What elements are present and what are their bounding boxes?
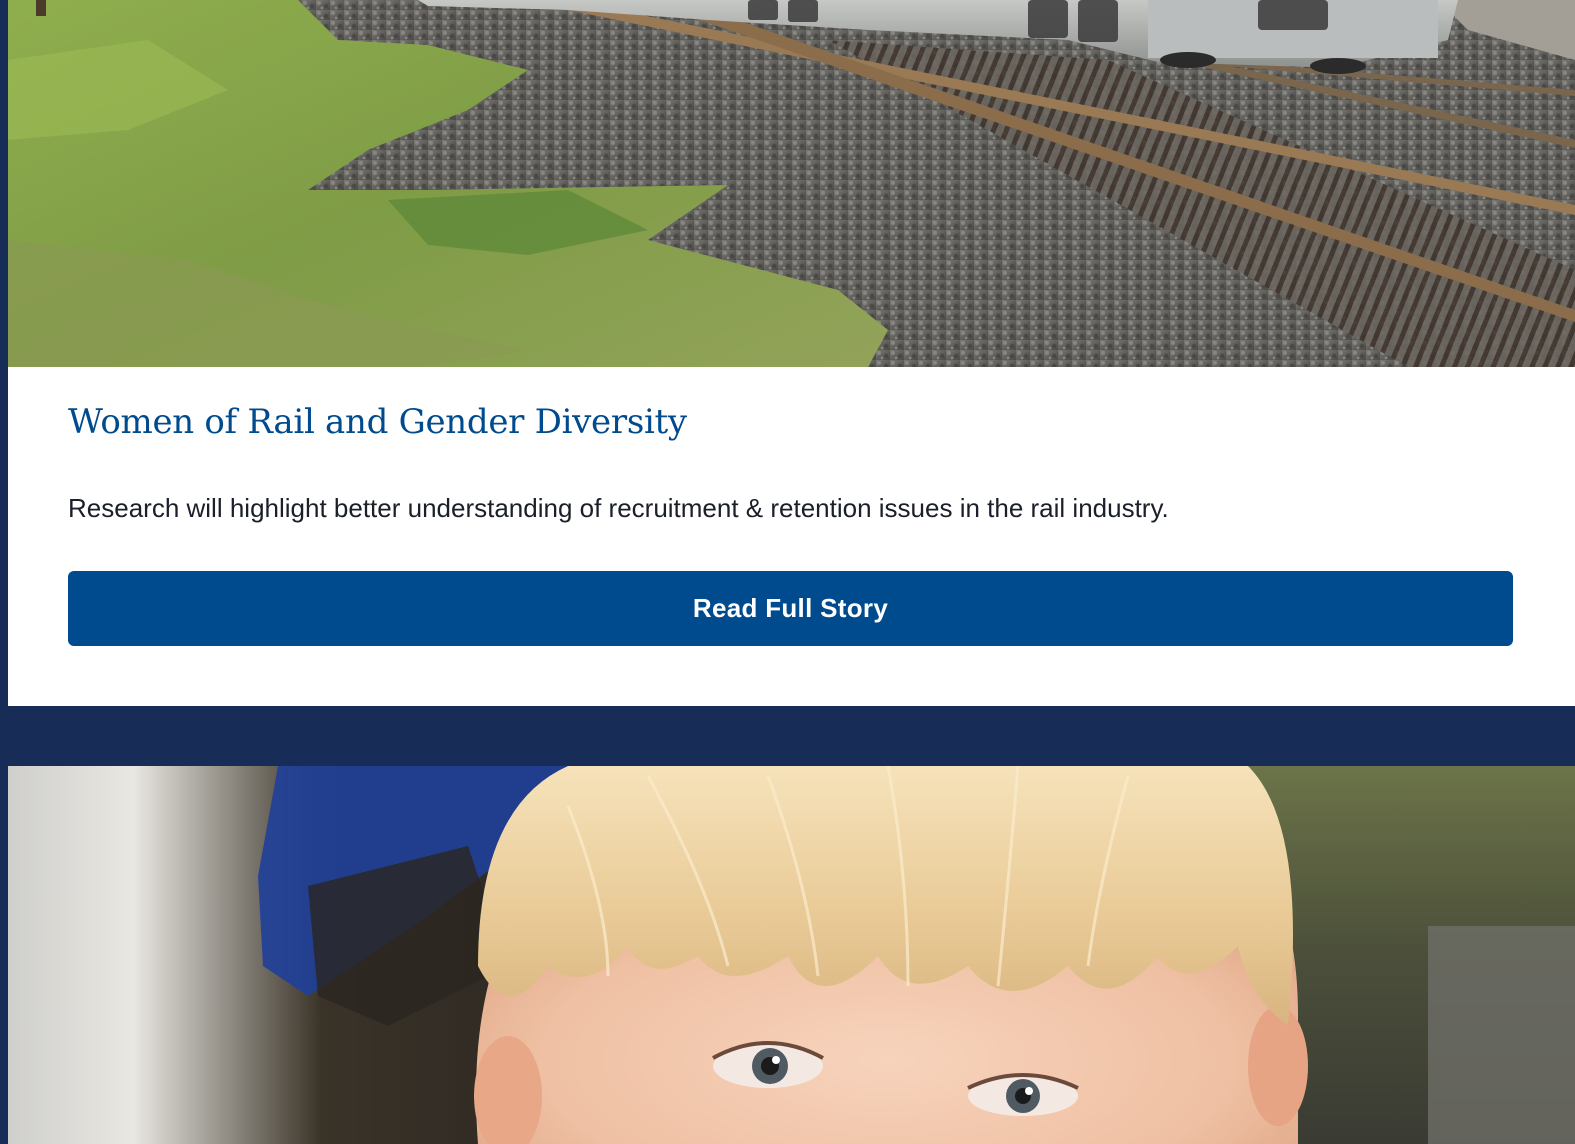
story-image-rail (8, 0, 1575, 367)
story-image-child (8, 766, 1575, 1144)
story-card-rail: Women of Rail and Gender Diversity Resea… (8, 0, 1575, 706)
story-title[interactable]: Women of Rail and Gender Diversity (68, 402, 687, 442)
read-full-story-button[interactable]: Read Full Story (68, 571, 1513, 646)
page: Women of Rail and Gender Diversity Resea… (0, 0, 1575, 1144)
story-card-child (8, 766, 1575, 1144)
story-description: Research will highlight better understan… (68, 493, 1169, 523)
